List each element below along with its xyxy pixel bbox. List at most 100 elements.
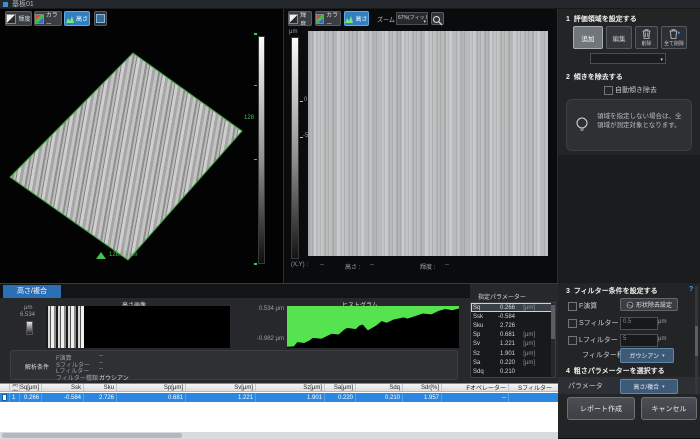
col-header[interactable]: Sz[μm] <box>256 384 325 391</box>
col-header[interactable]: Sku <box>84 384 117 391</box>
view-options-button-3d[interactable] <box>94 11 107 26</box>
hint-box: 領域を指定しない場合は、全領域が測定対象となります。 <box>566 99 692 151</box>
col-header[interactable]: Sq[μm] <box>20 384 42 391</box>
brightness-status-value: -- <box>445 262 449 268</box>
param-name: Sku <box>473 323 489 329</box>
scale-unit: μm <box>24 305 32 311</box>
step1-title: 評価領域を設定する <box>574 16 637 23</box>
s-filter-checkbox[interactable] <box>568 319 577 328</box>
height-label: 高さ <box>355 14 367 23</box>
add-region-button[interactable]: 追加 <box>573 26 603 49</box>
f-operator-checkbox[interactable] <box>568 302 577 311</box>
param-name: Ssk <box>473 314 489 320</box>
col-header[interactable]: Sdr[%] <box>403 384 442 391</box>
param-unit: [μm] <box>515 332 535 338</box>
height-histogram-icon <box>66 15 74 23</box>
cancel-button[interactable]: キャンセル <box>641 397 697 420</box>
results-header-row: 測定 Sq[μm] Ssk Sku Sp[μm] Sv[μm] Sz[μm] S… <box>0 384 558 392</box>
col-header[interactable]: Fオペレーター <box>442 384 509 391</box>
param-row[interactable]: Sq0.266[μm] <box>471 303 555 312</box>
region-select[interactable]: ▾ <box>590 53 666 64</box>
colorbar-2d[interactable] <box>291 37 299 259</box>
col-header[interactable]: Sフィルター <box>509 384 554 391</box>
add-label: 追加 <box>582 33 595 43</box>
col-header[interactable]: Sv[μm] <box>186 384 256 391</box>
height-button-3d[interactable]: 高さ <box>64 11 90 26</box>
brightness-button-2d[interactable]: 輝度 <box>288 11 312 26</box>
parameter-value: 高さ/複合 <box>633 382 659 391</box>
brightness-label: 輝度 <box>300 11 311 26</box>
filter-kind-select[interactable]: ガウシアン ▾ <box>620 348 674 363</box>
color-button-2d[interactable]: カラー <box>315 11 341 26</box>
col-header[interactable]: Sdq <box>356 384 403 391</box>
histogram-box[interactable] <box>287 306 459 348</box>
color-button-3d[interactable]: カラー <box>34 11 62 26</box>
condition-label: フィルター種類 <box>56 373 98 382</box>
colorbar-3d-bottom-tick <box>254 263 257 265</box>
step1-number: 1 <box>566 16 570 23</box>
step1-header: 1 評価領域を設定する <box>566 14 637 24</box>
zoom-select[interactable]: 67%(フィット) ▾ <box>396 12 428 25</box>
l-filter-field[interactable]: 5 <box>620 334 658 347</box>
edit-region-button[interactable]: 編集 <box>606 26 632 49</box>
parameter-select[interactable]: 高さ/複合 ▾ <box>620 379 678 394</box>
create-report-label: レポート作成 <box>580 404 622 414</box>
param-table[interactable]: Sq0.266[μm] Ssk-0.584 Sku2.726 Sp0.681[μ… <box>470 302 556 378</box>
param-value: 2.726 <box>489 323 515 329</box>
row-value: 0.681 <box>117 393 186 402</box>
row-checkbox[interactable] <box>2 394 7 401</box>
window-title: 基板01 <box>12 0 34 9</box>
tab-height-hybrid[interactable]: 高さ/複合 <box>3 285 61 298</box>
row-checkbox-cell[interactable] <box>0 393 10 402</box>
surface-2d-image[interactable] <box>308 31 548 256</box>
height-image-box[interactable] <box>46 306 230 348</box>
color-icon <box>35 14 44 24</box>
scrollbar-thumb[interactable] <box>695 326 698 356</box>
param-row[interactable]: Sp0.681[μm] <box>471 331 555 340</box>
step4-header: 4 粗さパラメーターを選択する <box>566 366 665 376</box>
steps-scrollbar[interactable] <box>695 286 698 394</box>
param-table-scrollbar[interactable] <box>551 303 555 377</box>
col-header-measure[interactable]: 測定 <box>10 384 20 391</box>
param-row[interactable]: Sku2.726 <box>471 321 555 330</box>
param-unit: [μm] <box>515 360 535 366</box>
delete-label: 削除 <box>641 40 651 47</box>
create-report-button[interactable]: レポート作成 <box>567 397 635 420</box>
scrollbar-thumb[interactable] <box>2 433 182 438</box>
colorbar-3d[interactable] <box>258 36 265 264</box>
brightness-status-label: 輝度 : <box>420 262 435 271</box>
scrollbar-thumb[interactable] <box>551 305 555 339</box>
shape-removal-label: 形状除去設定 <box>636 300 672 309</box>
param-row[interactable]: Sv1.221[μm] <box>471 340 555 349</box>
results-table: 測定 Sq[μm] Ssk Sku Sp[μm] Sv[μm] Sz[μm] S… <box>0 383 558 438</box>
col-header[interactable]: Sa[μm] <box>325 384 356 391</box>
tab-strip <box>0 284 470 298</box>
app-icon <box>3 2 8 7</box>
trash-all-icon <box>669 29 680 39</box>
param-row[interactable]: Sz1.901[μm] <box>471 349 555 358</box>
l-filter-unit: μm <box>658 336 666 342</box>
auto-tilt-checkbox[interactable] <box>604 86 613 95</box>
l-filter-checkbox[interactable] <box>568 336 577 345</box>
shape-removal-button[interactable]: 形状除去設定 <box>620 298 678 311</box>
col-header[interactable]: Ssk <box>42 384 84 391</box>
height-status-value: -- <box>370 262 374 268</box>
colorbar-3d-low-tick <box>254 159 257 160</box>
param-row[interactable]: Sa0.220[μm] <box>471 358 555 367</box>
brightness-button-3d[interactable]: 輝度 <box>5 11 32 26</box>
surface-3d-canvas[interactable] <box>8 37 244 267</box>
delete-all-regions-button[interactable]: 全て削除 <box>661 26 687 49</box>
height-button-2d[interactable]: 高さ <box>344 11 369 26</box>
analysis-panel: 高さ/複合 高さ画像 μm 6.534 ヒストグラム 0.534 μm -0.9… <box>0 283 558 383</box>
param-row[interactable]: Sdq0.210 <box>471 367 555 376</box>
histogram-shape <box>287 306 459 348</box>
delete-region-button[interactable]: 削除 <box>635 26 658 49</box>
magnifier-button[interactable] <box>431 12 444 25</box>
delete-all-label: 全て削除 <box>664 40 684 47</box>
col-header-check[interactable] <box>0 384 10 391</box>
help-icon[interactable]: ? <box>689 286 693 293</box>
col-header[interactable]: Sp[μm] <box>117 384 186 391</box>
s-filter-field[interactable]: 0.5 <box>620 317 658 330</box>
results-data-row[interactable]: 1 0.266 -0.584 2.726 0.681 1.221 1.901 0… <box>0 393 558 402</box>
param-row[interactable]: Ssk-0.584 <box>471 312 555 321</box>
